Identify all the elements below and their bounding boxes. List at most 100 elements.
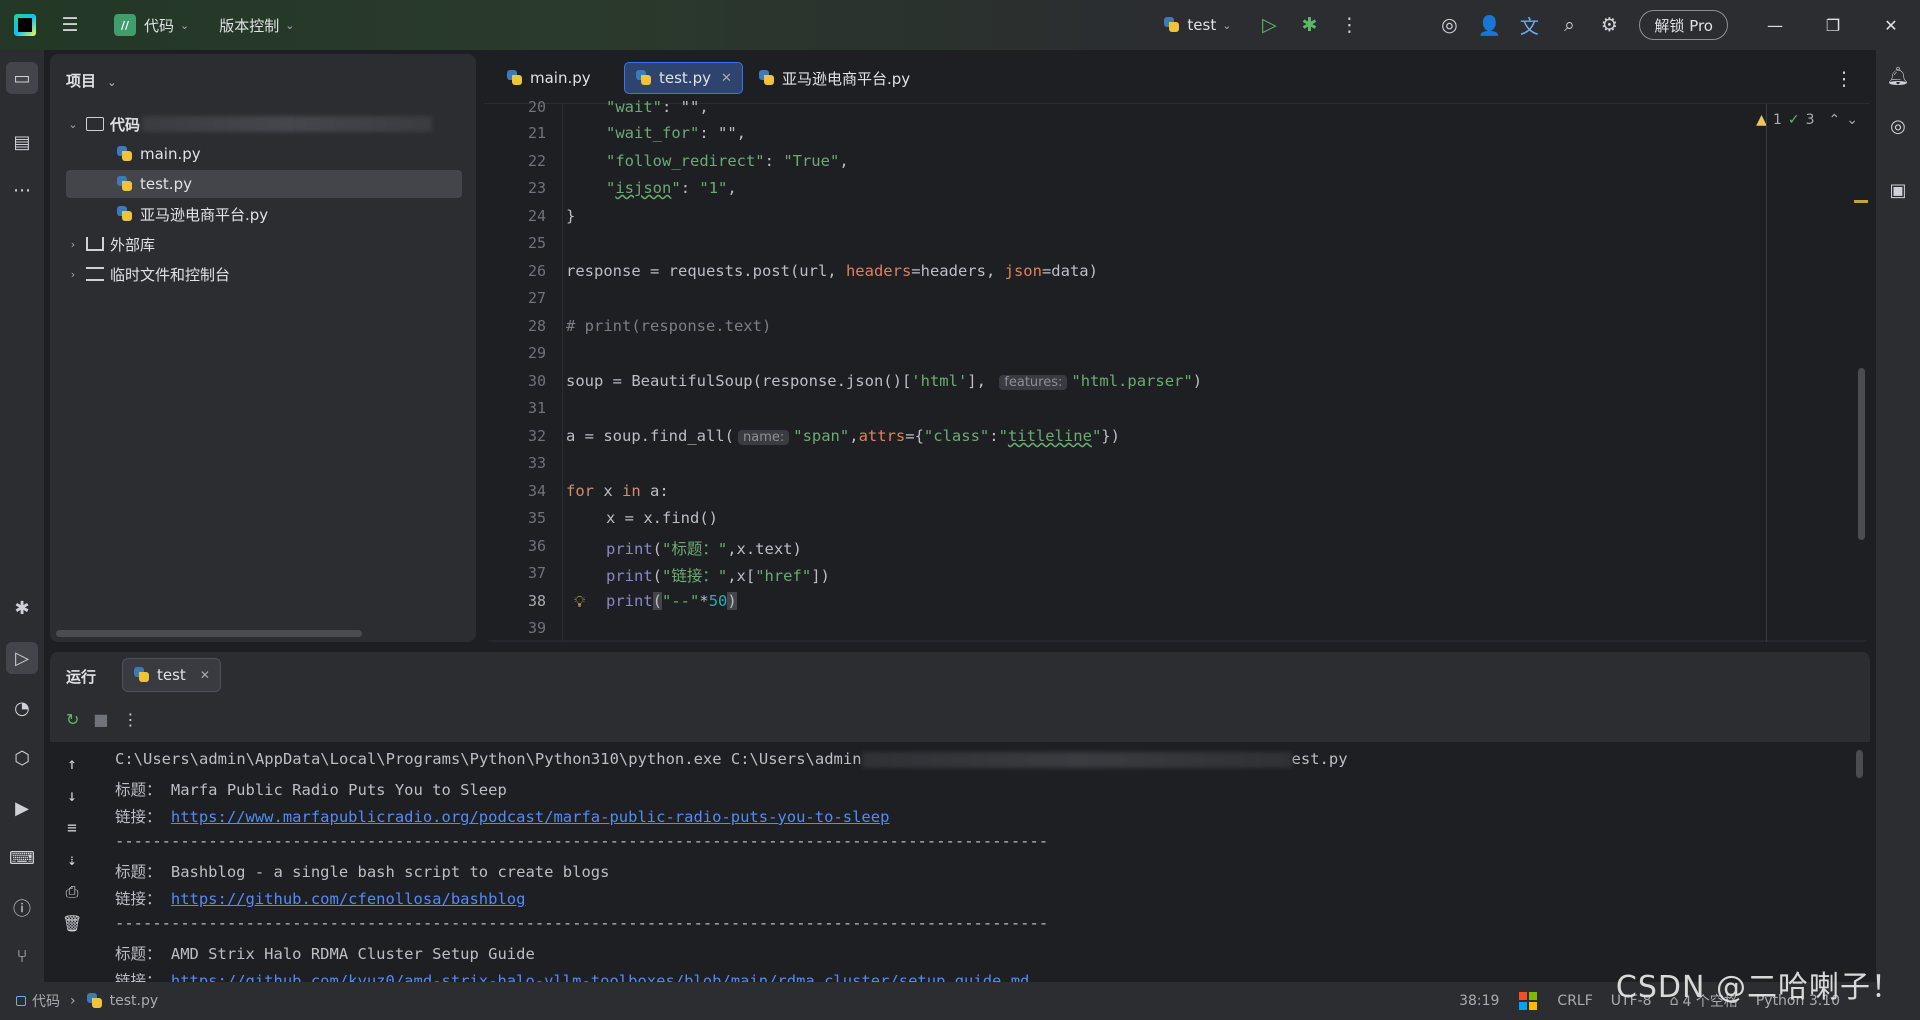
more-vertical-icon[interactable]: ⋮ (123, 710, 139, 729)
console-link-line: 链接： https://github.com/cfenollosa/bashbl… (115, 887, 525, 909)
warning-marker[interactable] (1854, 200, 1868, 203)
breadcrumb-file[interactable]: test.py (110, 993, 159, 1009)
vcs-label: 版本控制 (219, 16, 280, 35)
vcs-menu[interactable]: 版本控制 ⌄ (211, 9, 302, 41)
title-label: 标题： (115, 945, 162, 963)
terminal-icon[interactable]: ⌨ (6, 842, 38, 874)
console-scrollbar[interactable] (1856, 750, 1863, 778)
code-token: a = soup.find_all( (566, 427, 734, 445)
ai-assistant-icon[interactable]: ◎ (1429, 9, 1469, 41)
code-line: response = requests.post(url, headers=he… (566, 262, 1098, 280)
tab-test-py[interactable]: test.py ✕ (624, 62, 743, 94)
expand-arrow-icon[interactable]: › (66, 268, 80, 281)
unlock-pro-button[interactable]: 解锁 Pro (1639, 10, 1728, 40)
database-icon[interactable]: ▣ (1882, 174, 1914, 206)
services-icon[interactable]: ▶ (6, 792, 38, 824)
trash-icon[interactable]: 🗑︎ (62, 914, 82, 933)
tab-main-py[interactable]: main.py (496, 62, 601, 94)
code-area[interactable]: 20 21 22 23 24 25 26 27 28 29 30 31 32 3… (484, 98, 1870, 642)
code-line: x = x.find() (606, 509, 718, 527)
run-config-selector[interactable]: test ⌄ (1155, 9, 1239, 41)
entry-link[interactable]: https://github.com/kyuz0/amd-strix-halo-… (171, 972, 1030, 982)
close-icon[interactable]: ✕ (1862, 0, 1920, 50)
title-label: 标题： (115, 863, 162, 881)
project-panel-title[interactable]: 项目 ⌄ (66, 70, 116, 91)
code-token: , (839, 152, 849, 170)
code-token: "wait_for" (606, 124, 700, 142)
print-icon[interactable]: ⎙ (62, 882, 82, 902)
search-icon[interactable]: ⌕ (1549, 9, 1589, 41)
project-panel: 项目 ⌄ ⌄ 代码 main.py test.py 亚马逊电商平台.py › 外… (50, 54, 476, 642)
line-number: 39 (527, 619, 546, 637)
console-side-toolbar: ↑ ↓ ≡ ⇣ ⎙ 🗑︎ (50, 742, 94, 982)
project-switcher[interactable]: // 代码 ⌄ (106, 9, 197, 41)
bug-icon[interactable]: ✱ (1289, 9, 1329, 41)
run-icon[interactable]: ▷ (6, 642, 38, 674)
tree-file-main[interactable]: main.py (116, 140, 201, 168)
caret-position[interactable]: 38:19 (1459, 993, 1499, 1009)
arrow-down-icon[interactable]: ↓ (62, 786, 82, 805)
stop-icon[interactable]: ■ (93, 710, 108, 729)
play-icon[interactable]: ▷ (1249, 9, 1289, 41)
line-separator[interactable]: CRLF (1557, 993, 1592, 1009)
title-bar: ☰ // 代码 ⌄ 版本控制 ⌄ test ⌄ ▷ ✱ ⋮ ◎ 👤 文 ⌕ ⚙ … (0, 0, 1920, 50)
close-tab-icon[interactable]: ✕ (721, 71, 732, 86)
gutter-separator (562, 104, 563, 642)
breadcrumb-project[interactable]: 代码 (32, 991, 60, 1011)
code-token: 'html' (911, 372, 968, 390)
line-number: 25 (527, 234, 546, 252)
code-token: 50 (708, 592, 728, 610)
soft-wrap-icon[interactable]: ≡ (62, 818, 82, 837)
add-user-icon[interactable]: 👤 (1469, 9, 1509, 41)
lightbulb-icon[interactable]: 💡︎ (574, 592, 585, 612)
code-line: print("链接：",x["href"]) (606, 564, 830, 586)
scratches-label: 临时文件和控制台 (110, 265, 231, 284)
ai-chat-icon[interactable]: ◎ (1882, 110, 1914, 142)
arrow-up-icon[interactable]: ↑ (62, 754, 82, 773)
more-horizontal-icon[interactable]: ⋯ (6, 174, 38, 206)
editor-tab-bar: main.py test.py ✕ 亚马逊电商平台.py ⋮ (484, 54, 1870, 104)
console-output[interactable]: ↑ ↓ ≡ ⇣ ⎙ 🗑︎ C:\Users\admin\AppData\Loca… (50, 742, 1870, 982)
project-folder-icon[interactable]: ▭ (6, 62, 38, 94)
settings-icon[interactable]: ⚙ (1589, 9, 1629, 41)
entry-link[interactable]: https://github.com/cfenollosa/bashblog (171, 890, 526, 908)
restore-icon[interactable]: ❐ (1804, 0, 1862, 50)
problems-icon[interactable]: ⓘ (6, 892, 38, 924)
hamburger-icon[interactable]: ☰ (50, 9, 90, 41)
tab-amazon-py[interactable]: 亚马逊电商平台.py (748, 62, 920, 94)
scroll-to-end-icon[interactable]: ⇣ (62, 850, 82, 869)
tree-file-test[interactable]: test.py (66, 170, 462, 198)
git-icon[interactable]: ⑂ (6, 940, 38, 972)
translate-icon[interactable]: 文 (1509, 9, 1549, 41)
right-tool-strip: 🔔︎ ◎ ▣ (1876, 50, 1920, 982)
notifications-icon[interactable]: 🔔︎ (1882, 60, 1914, 92)
vertical-scrollbar[interactable] (1858, 368, 1865, 540)
horizontal-scrollbar[interactable] (56, 630, 362, 637)
tree-scratches[interactable]: › 临时文件和控制台 (66, 260, 230, 288)
python-console-icon[interactable]: ◔ (6, 692, 38, 724)
close-tab-icon[interactable]: ✕ (200, 668, 210, 682)
more-vertical-icon[interactable]: ⋮ (1329, 9, 1369, 41)
code-token: ( (652, 567, 663, 585)
pycharm-logo-icon[interactable] (14, 14, 36, 36)
tree-file-amazon[interactable]: 亚马逊电商平台.py (116, 200, 268, 228)
console-title-line: 标题： Bashblog - a single bash script to c… (115, 860, 609, 882)
expand-arrow-icon[interactable]: › (66, 238, 80, 251)
code-token: json (1004, 262, 1042, 280)
link-label: 链接： (115, 890, 162, 908)
minimize-icon[interactable]: — (1746, 0, 1804, 50)
expand-arrow-icon[interactable]: ⌄ (66, 118, 80, 131)
debug-icon[interactable]: ✱ (6, 592, 38, 624)
line-number: 29 (527, 344, 546, 362)
windows-logo-icon (1519, 992, 1538, 1010)
more-vertical-icon[interactable]: ⋮ (1824, 63, 1864, 95)
tree-root-folder[interactable]: ⌄ 代码 (66, 110, 433, 138)
tree-external-libs[interactable]: › 外部库 (66, 230, 155, 258)
python-packages-icon[interactable]: ⬡ (6, 742, 38, 774)
entry-link[interactable]: https://www.marfapublicradio.org/podcast… (171, 808, 890, 826)
run-tab-test[interactable]: test ✕ (122, 658, 221, 692)
rerun-icon[interactable]: ↻ (66, 710, 79, 729)
structure-icon[interactable]: ▤ (6, 126, 38, 158)
python-file-icon (116, 175, 134, 193)
breadcrumb: 代码 › test.py (16, 991, 158, 1011)
